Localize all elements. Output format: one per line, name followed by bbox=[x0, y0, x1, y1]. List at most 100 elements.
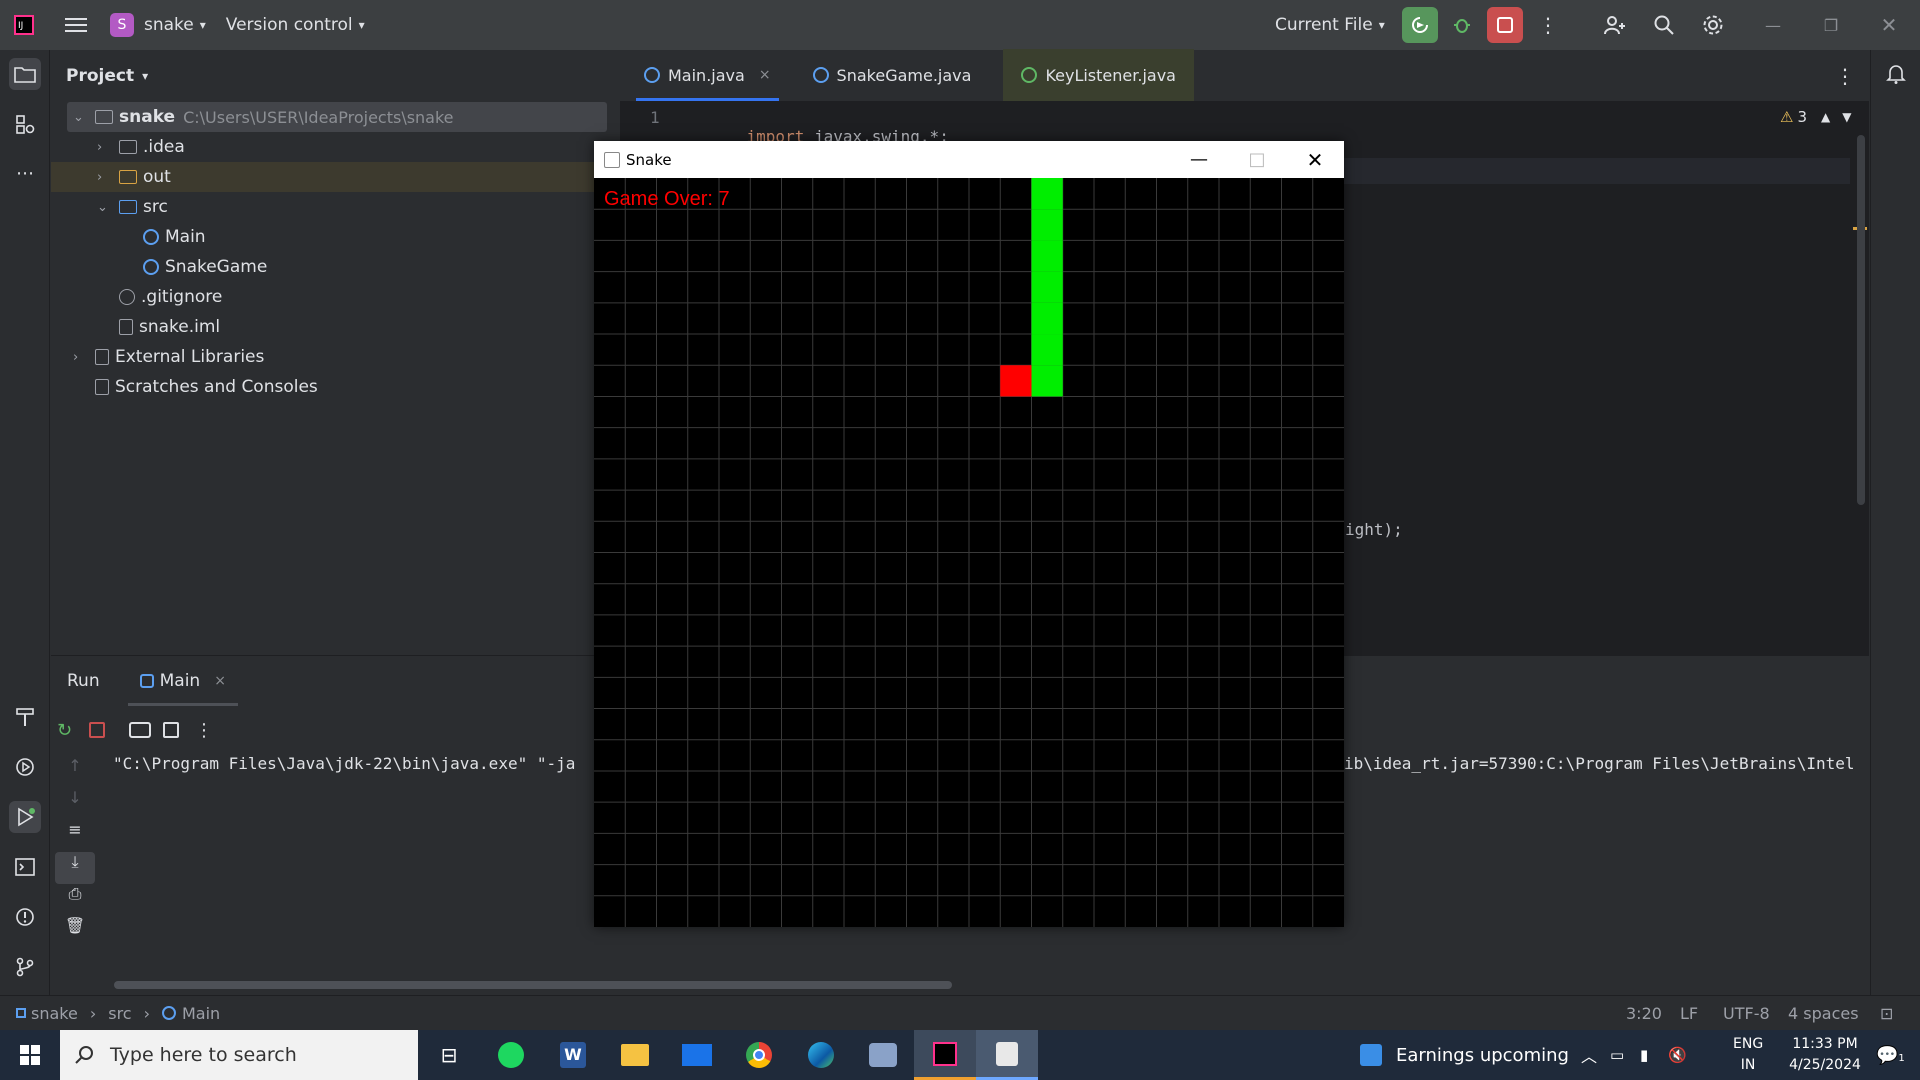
tree-item[interactable]: Scratches and Consoles bbox=[51, 372, 620, 402]
close-icon[interactable]: × bbox=[759, 67, 771, 83]
scroll-to-end-icon[interactable]: ⤓ bbox=[55, 852, 95, 884]
battery-icon[interactable]: ▮ bbox=[1640, 1046, 1648, 1064]
meet-now-icon[interactable]: ▭ bbox=[1610, 1046, 1624, 1064]
more-tools-icon[interactable]: ⋯ bbox=[9, 157, 41, 189]
problems-icon[interactable] bbox=[9, 901, 41, 933]
lang-indicator[interactable]: ENG IN bbox=[1733, 1034, 1763, 1076]
chevron-right-icon[interactable]: › bbox=[97, 170, 119, 185]
arrow-down-icon[interactable]: ↓ bbox=[55, 788, 95, 820]
tree-item[interactable]: › External Libraries bbox=[51, 342, 620, 372]
console-output-left[interactable]: "C:\Program Files\Java\jdk-22\bin\java.e… bbox=[113, 754, 575, 773]
structure-icon[interactable] bbox=[9, 108, 41, 140]
file-encoding[interactable]: UTF-8 bbox=[1723, 1004, 1770, 1023]
indent-setting[interactable]: 4 spaces bbox=[1788, 1004, 1859, 1023]
caret-position[interactable]: 3:20 bbox=[1626, 1004, 1662, 1023]
game-board[interactable]: Game Over: 7 bbox=[594, 178, 1344, 927]
arrow-up-icon[interactable]: ↑ bbox=[55, 756, 95, 788]
intellij-taskbar-icon[interactable] bbox=[914, 1030, 976, 1080]
tree-item[interactable]: ⌄ snake C:\Users\USER\IdeaProjects\snake bbox=[67, 102, 607, 132]
print-icon[interactable]: ⎙ bbox=[55, 884, 95, 916]
file-explorer-icon[interactable] bbox=[604, 1030, 666, 1080]
chevron-down-icon[interactable]: ▼ bbox=[1842, 110, 1851, 124]
stop-icon[interactable] bbox=[1487, 7, 1523, 43]
settings-gear-icon[interactable] bbox=[1695, 7, 1731, 43]
breadcrumb-item[interactable]: src bbox=[108, 1004, 131, 1023]
debug-icon[interactable] bbox=[1444, 7, 1480, 43]
tree-item[interactable]: › .idea bbox=[51, 132, 620, 162]
code-line-partial[interactable]: ight); bbox=[1345, 520, 1403, 539]
java-app-taskbar-icon[interactable] bbox=[976, 1030, 1038, 1080]
tab-snakegame-java[interactable]: SnakeGame.java bbox=[795, 49, 990, 101]
close-window-icon[interactable]: ✕ bbox=[1871, 7, 1907, 43]
console-hscrollbar[interactable] bbox=[114, 981, 952, 989]
restore-window-icon[interactable]: ❐ bbox=[1813, 7, 1849, 43]
soft-wrap-icon[interactable]: ≡ bbox=[55, 820, 95, 852]
project-panel-header[interactable]: Project ▾ bbox=[51, 50, 620, 102]
chrome-icon[interactable] bbox=[728, 1030, 790, 1080]
project-tool-folder-icon[interactable] bbox=[9, 58, 41, 90]
run-config-selector[interactable]: Current File ▾ bbox=[1275, 15, 1385, 35]
spotify-icon[interactable] bbox=[480, 1030, 542, 1080]
windows-start-icon[interactable] bbox=[0, 1030, 60, 1080]
code-with-me-icon[interactable] bbox=[1596, 7, 1632, 43]
console-output-right[interactable]: ib\idea_rt.jar=57390:C:\Program Files\Je… bbox=[1344, 754, 1869, 773]
minimize-icon[interactable]: — bbox=[1170, 141, 1228, 178]
task-view-icon[interactable]: ⊟ bbox=[418, 1030, 480, 1080]
search-icon[interactable] bbox=[1646, 7, 1682, 43]
news-widget[interactable]: Earnings upcoming bbox=[1360, 1044, 1569, 1066]
close-icon[interactable]: × bbox=[214, 673, 226, 689]
clear-trash-icon[interactable]: 🗑 bbox=[55, 916, 95, 948]
tab-main-java[interactable]: Main.java × bbox=[626, 49, 789, 101]
breadcrumb-item[interactable]: Main bbox=[182, 1004, 220, 1023]
chevron-down-icon[interactable]: ⌄ bbox=[97, 200, 119, 215]
editor-scrollbar[interactable] bbox=[1857, 135, 1865, 505]
line-separator[interactable]: LF bbox=[1680, 1004, 1698, 1023]
clock[interactable]: 11:33 PM 4/25/2024 bbox=[1785, 1034, 1865, 1076]
inspection-widget[interactable]: ⚠ 3 ▲ ▼ bbox=[1780, 108, 1851, 126]
snake-window-titlebar[interactable]: Snake — □ ✕ bbox=[594, 141, 1344, 178]
chevron-right-icon[interactable]: › bbox=[97, 140, 119, 155]
camera-icon[interactable] bbox=[129, 722, 151, 738]
volume-muted-icon[interactable]: 🔇 bbox=[1668, 1046, 1687, 1064]
tray-chevron-up-icon[interactable]: ︿ bbox=[1581, 1043, 1597, 1067]
version-control-menu[interactable]: Version control ▾ bbox=[226, 15, 365, 35]
mail-icon[interactable] bbox=[666, 1030, 728, 1080]
notification-center-icon[interactable]: 💬1 bbox=[1876, 1045, 1905, 1066]
more-options-icon[interactable]: ⋮ bbox=[195, 720, 213, 741]
tabs-more-icon[interactable]: ⋮ bbox=[1835, 64, 1855, 88]
terminal-icon[interactable] bbox=[9, 851, 41, 883]
lock-icon[interactable]: ⊡ bbox=[1880, 1004, 1893, 1023]
run-tool-icon[interactable] bbox=[9, 801, 41, 833]
chevron-right-icon[interactable]: › bbox=[73, 350, 95, 365]
video-editor-icon[interactable] bbox=[852, 1030, 914, 1080]
word-icon[interactable]: W bbox=[542, 1030, 604, 1080]
more-actions-icon[interactable]: ⋮ bbox=[1530, 7, 1566, 43]
tree-item[interactable]: › out bbox=[51, 162, 620, 192]
exit-icon[interactable] bbox=[163, 722, 179, 738]
tree-item[interactable]: snake.iml bbox=[51, 312, 620, 342]
rerun-icon[interactable] bbox=[1402, 7, 1438, 43]
taskbar-search-box[interactable]: Type here to search bbox=[60, 1030, 418, 1080]
tree-item[interactable]: Main bbox=[51, 222, 620, 252]
chevron-up-icon[interactable]: ▲ bbox=[1821, 110, 1830, 124]
notifications-bell-icon[interactable] bbox=[1880, 58, 1912, 90]
minimize-window-icon[interactable]: — bbox=[1755, 7, 1791, 43]
tree-item[interactable]: ⌄ src bbox=[51, 192, 620, 222]
git-branch-icon[interactable] bbox=[9, 951, 41, 983]
maximize-icon[interactable]: □ bbox=[1228, 141, 1286, 178]
breadcrumb-item[interactable]: snake bbox=[31, 1004, 78, 1023]
services-icon[interactable] bbox=[9, 751, 41, 783]
stop-icon[interactable] bbox=[89, 722, 105, 738]
edge-icon[interactable] bbox=[790, 1030, 852, 1080]
intellij-logo-icon[interactable]: IJ bbox=[6, 7, 42, 43]
build-hammer-icon[interactable] bbox=[9, 701, 41, 733]
main-menu-icon[interactable] bbox=[58, 7, 94, 43]
tree-item[interactable]: .gitignore bbox=[51, 282, 620, 312]
tab-keylistener-java[interactable]: KeyListener.java bbox=[1003, 49, 1194, 101]
run-tab-main[interactable]: Main × bbox=[126, 656, 240, 706]
project-selector[interactable]: S snake ▾ bbox=[110, 13, 206, 37]
chevron-down-icon[interactable]: ⌄ bbox=[73, 110, 95, 125]
rerun-icon[interactable]: ↻ bbox=[57, 720, 83, 741]
close-icon[interactable]: ✕ bbox=[1286, 141, 1344, 178]
tree-item[interactable]: SnakeGame bbox=[51, 252, 620, 282]
